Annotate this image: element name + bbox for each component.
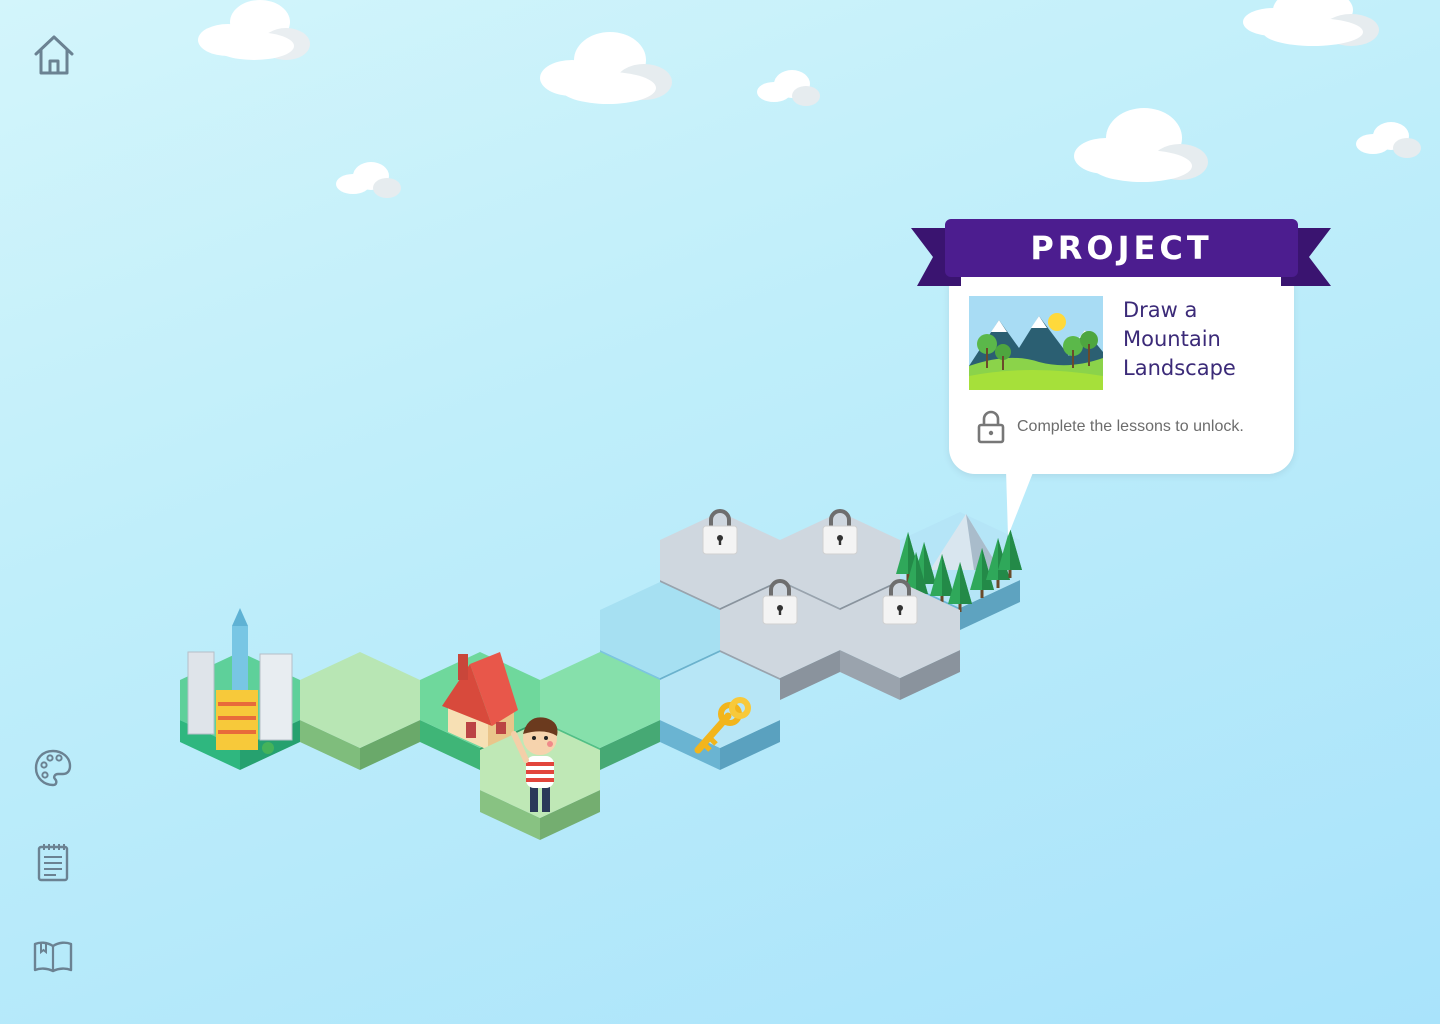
level-map <box>180 509 1022 840</box>
lock-message-row: Complete the lessons to unlock. <box>977 410 1244 444</box>
project-thumbnail <box>969 296 1103 390</box>
project-card[interactable]: Draw a Mountain Landscape Complete the l… <box>949 262 1294 474</box>
project-title: Draw a Mountain Landscape <box>1123 298 1236 380</box>
card-pointer <box>1006 470 1034 536</box>
project-banner-label: PROJECT <box>1030 229 1213 267</box>
lock-message: Complete the lessons to unlock. <box>1017 418 1244 435</box>
city-icon <box>187 608 293 754</box>
project-banner: PROJECT <box>945 219 1298 277</box>
padlock-icon <box>977 410 1005 444</box>
map-tile-meadow[interactable] <box>300 652 420 770</box>
map-tile-city[interactable] <box>180 608 300 770</box>
